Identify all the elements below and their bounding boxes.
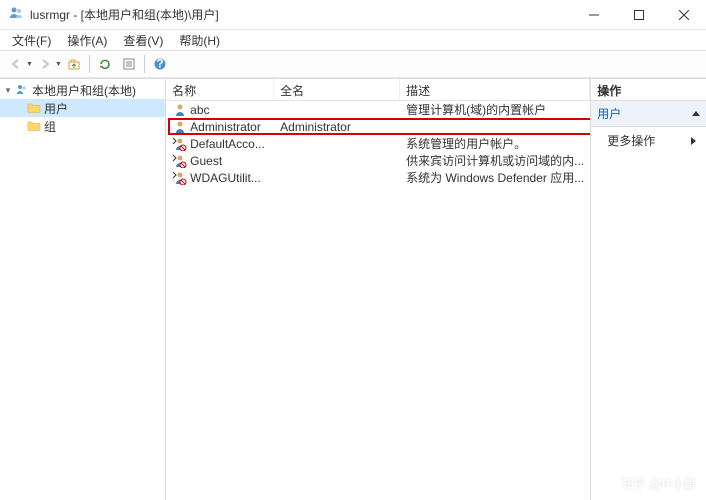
cell-name-text: Administrator: [190, 120, 261, 134]
cell-name-text: abc: [190, 103, 209, 117]
cell-name-text: DefaultAcco...: [190, 137, 265, 151]
tree-users-label: 用户: [44, 100, 68, 117]
menu-file[interactable]: 文件(F): [4, 30, 59, 51]
cell-name-text: Guest: [190, 154, 222, 168]
cell-desc: 系统管理的用户帐户。: [400, 135, 590, 152]
menu-help[interactable]: 帮助(H): [171, 30, 228, 51]
cell-desc: 管理计算机(域)的内置帐户: [400, 101, 590, 118]
user-icon: [172, 120, 188, 134]
cell-fullname: Administrator: [274, 120, 400, 134]
forward-button[interactable]: ▼: [33, 53, 62, 75]
user-icon: [172, 103, 188, 117]
svg-text:?: ?: [156, 57, 163, 71]
titlebar: lusrmgr - [本地用户和组(本地)\用户]: [0, 0, 706, 30]
actions-title: 操作: [591, 79, 706, 101]
list-row[interactable]: Administrator Administrator: [166, 118, 590, 135]
refresh-button[interactable]: [94, 53, 116, 75]
tree-groups-label: 组: [44, 118, 56, 135]
list-pane: 名称 全名 描述 abc管理计算机(域)的内置帐户AdministratorAd…: [166, 79, 591, 500]
toolbar: ▼ ▼ ?: [0, 50, 706, 78]
maximize-button[interactable]: [616, 0, 661, 30]
folder-icon: [26, 119, 42, 133]
actions-more-label: 更多操作: [607, 132, 655, 149]
tree-pane: ▾ 本地用户和组(本地) 用户 组: [0, 79, 166, 500]
list-header: 名称 全名 描述: [166, 79, 590, 101]
user-icon: [172, 171, 188, 185]
triangle-right-icon: [691, 137, 700, 145]
close-button[interactable]: [661, 0, 706, 30]
list-row[interactable]: Guest 供来宾访问计算机或访问域的内...: [166, 152, 590, 169]
expand-icon[interactable]: ▾: [2, 85, 14, 96]
menu-view[interactable]: 查看(V): [115, 30, 171, 51]
users-group-icon: [14, 83, 30, 97]
watermark: 知乎 @IT小哥: [604, 475, 696, 492]
app-icon: [8, 5, 24, 24]
up-button[interactable]: [63, 53, 85, 75]
back-button[interactable]: ▼: [4, 53, 33, 75]
user-icon: [172, 137, 188, 151]
user-icon: [172, 154, 188, 168]
list-body: abc管理计算机(域)的内置帐户AdministratorAdministrat…: [166, 101, 590, 500]
chevron-up-icon: [692, 107, 700, 116]
window-title: lusrmgr - [本地用户和组(本地)\用户]: [30, 6, 571, 23]
menu-action[interactable]: 操作(A): [59, 30, 115, 51]
col-desc[interactable]: 描述: [400, 79, 590, 100]
tree-root-label: 本地用户和组(本地): [32, 82, 136, 99]
menubar: 文件(F) 操作(A) 查看(V) 帮助(H): [0, 30, 706, 50]
main-content: ▾ 本地用户和组(本地) 用户 组 名称 全名 描述 abc 管理计算机(域)的内…: [0, 78, 706, 500]
list-row[interactable]: WDAGUtilit... 系统为 Windows Defender 应用...: [166, 169, 590, 186]
minimize-button[interactable]: [571, 0, 616, 30]
actions-group-label: 用户: [597, 105, 621, 122]
properties-button[interactable]: [118, 53, 140, 75]
list-row[interactable]: abc 管理计算机(域)的内置帐户: [166, 101, 590, 118]
folder-icon: [26, 101, 42, 115]
actions-group-users[interactable]: 用户: [591, 101, 706, 127]
list-row[interactable]: DefaultAcco... 系统管理的用户帐户。: [166, 135, 590, 152]
tree-groups[interactable]: 组: [0, 117, 165, 135]
actions-more[interactable]: 更多操作: [591, 127, 706, 154]
actions-pane: 操作 用户 更多操作: [591, 79, 706, 500]
tree-users[interactable]: 用户: [0, 99, 165, 117]
tree-root[interactable]: ▾ 本地用户和组(本地): [0, 81, 165, 99]
col-name[interactable]: 名称: [166, 79, 274, 100]
window-controls: [571, 0, 706, 30]
col-fullname[interactable]: 全名: [274, 79, 400, 100]
help-button[interactable]: ?: [149, 53, 171, 75]
cell-name-text: WDAGUtilit...: [190, 171, 261, 185]
cell-desc: 供来宾访问计算机或访问域的内...: [400, 152, 590, 169]
cell-desc: 系统为 Windows Defender 应用...: [400, 169, 590, 186]
